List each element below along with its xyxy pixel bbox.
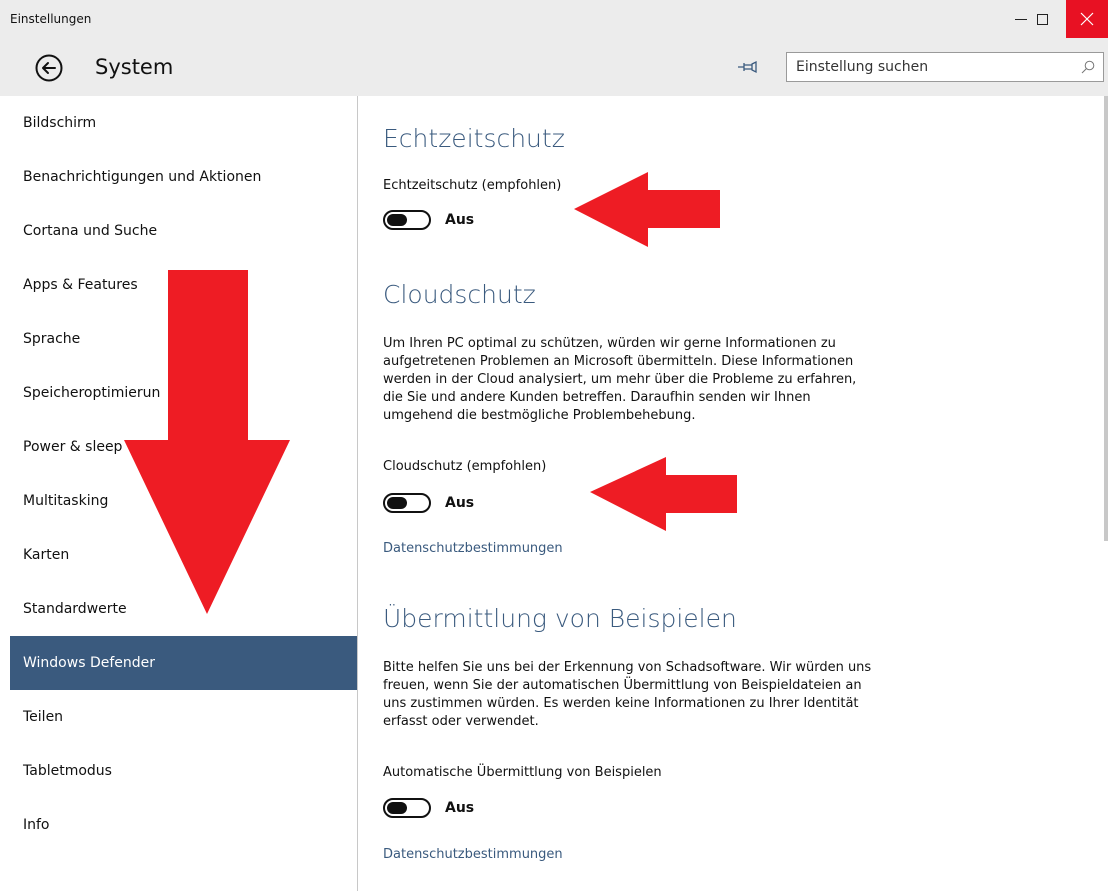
toggle-knob bbox=[387, 214, 407, 226]
sidebar-item-label: Apps & Features bbox=[23, 277, 138, 293]
sidebar-item-label: Cortana und Suche bbox=[23, 223, 158, 239]
content-scrollbar[interactable] bbox=[1104, 96, 1108, 541]
realtime-toggle-row: Aus bbox=[383, 209, 474, 231]
sidebar-item-label: Bildschirm bbox=[23, 115, 97, 131]
sidebar-item-cortana[interactable]: Cortana und Suche bbox=[10, 204, 358, 258]
sidebar-item-teilen[interactable]: Teilen bbox=[10, 690, 358, 744]
sidebar-divider bbox=[357, 96, 358, 891]
sidebar-item-info[interactable]: Info bbox=[10, 798, 358, 852]
sidebar-item-bildschirm[interactable]: Bildschirm bbox=[10, 96, 358, 150]
samples-toggle-state: Aus bbox=[445, 800, 475, 816]
sidebar-item-windows-defender[interactable]: Windows Defender bbox=[10, 636, 358, 690]
sidebar-item-sprache[interactable]: Sprache bbox=[10, 312, 358, 366]
close-icon bbox=[1080, 12, 1094, 26]
cloud-toggle-row: Aus bbox=[383, 492, 474, 514]
realtime-toggle[interactable] bbox=[383, 210, 431, 230]
search-input[interactable] bbox=[787, 59, 1067, 75]
cloud-toggle-state: Aus bbox=[445, 495, 475, 511]
realtime-section-title: Echtzeitschutz bbox=[383, 124, 565, 153]
samples-section-title: Übermittlung von Beispielen bbox=[383, 604, 737, 633]
close-button[interactable] bbox=[1066, 0, 1108, 38]
sidebar-item-label: Karten bbox=[23, 547, 70, 563]
sidebar: Bildschirm Benachrichtigungen und Aktion… bbox=[10, 96, 358, 891]
search-box[interactable] bbox=[786, 52, 1104, 82]
sidebar-item-tabletmodus[interactable]: Tabletmodus bbox=[10, 744, 358, 798]
sidebar-item-label: Standardwerte bbox=[23, 601, 127, 617]
main-content: Echtzeitschutz Echtzeitschutz (empfohlen… bbox=[383, 96, 1083, 891]
back-button[interactable] bbox=[34, 53, 64, 83]
cloud-toggle[interactable] bbox=[383, 493, 431, 513]
maximize-icon bbox=[1036, 13, 1048, 25]
cloud-description: Um Ihren PC optimal zu schützen, würden … bbox=[383, 336, 857, 423]
sidebar-item-apps[interactable]: Apps & Features bbox=[10, 258, 358, 312]
sidebar-item-label: Teilen bbox=[23, 709, 64, 725]
search-icon[interactable] bbox=[1081, 60, 1095, 74]
title-bar: Einstellungen bbox=[0, 0, 1108, 38]
sidebar-item-label: Windows Defender bbox=[23, 655, 156, 671]
sidebar-item-label: Sprache bbox=[23, 331, 81, 347]
window-title: Einstellungen bbox=[10, 12, 92, 26]
app-header: System bbox=[0, 38, 1108, 96]
sidebar-item-speicher[interactable]: Speicheroptimierun bbox=[10, 366, 358, 420]
cloud-toggle-label: Cloudschutz (empfohlen) bbox=[383, 459, 547, 474]
sidebar-item-label: Power & sleep bbox=[23, 439, 123, 455]
sidebar-item-multitasking[interactable]: Multitasking bbox=[10, 474, 358, 528]
pin-icon bbox=[738, 60, 757, 74]
sidebar-item-power[interactable]: Power & sleep bbox=[10, 420, 358, 474]
sidebar-item-benachrichtigungen[interactable]: Benachrichtigungen und Aktionen bbox=[10, 150, 358, 204]
cloud-section-title: Cloudschutz bbox=[383, 280, 536, 309]
maximize-button[interactable] bbox=[1022, 0, 1062, 38]
sidebar-item-label: Info bbox=[23, 817, 50, 833]
samples-toggle-label: Automatische Übermittlung von Beispielen bbox=[383, 765, 662, 780]
toggle-knob bbox=[387, 497, 407, 509]
back-arrow-circle-icon bbox=[35, 54, 63, 82]
samples-toggle[interactable] bbox=[383, 798, 431, 818]
sidebar-item-label: Tabletmodus bbox=[23, 763, 112, 779]
sidebar-item-standardwerte[interactable]: Standardwerte bbox=[10, 582, 358, 636]
samples-toggle-row: Aus bbox=[383, 797, 474, 819]
sidebar-item-label: Multitasking bbox=[23, 493, 109, 509]
samples-privacy-link[interactable]: Datenschutzbestimmungen bbox=[383, 847, 563, 862]
sidebar-item-label: Speicheroptimierun bbox=[23, 385, 161, 401]
sidebar-item-karten[interactable]: Karten bbox=[10, 528, 358, 582]
pin-button[interactable] bbox=[737, 58, 759, 76]
sidebar-item-label: Benachrichtigungen und Aktionen bbox=[23, 169, 262, 185]
realtime-toggle-label: Echtzeitschutz (empfohlen) bbox=[383, 178, 562, 193]
samples-description: Bitte helfen Sie uns bei der Erkennung v… bbox=[383, 660, 872, 729]
realtime-toggle-state: Aus bbox=[445, 212, 475, 228]
toggle-knob bbox=[387, 802, 407, 814]
cloud-privacy-link[interactable]: Datenschutzbestimmungen bbox=[383, 541, 563, 556]
page-title: System bbox=[95, 55, 174, 79]
